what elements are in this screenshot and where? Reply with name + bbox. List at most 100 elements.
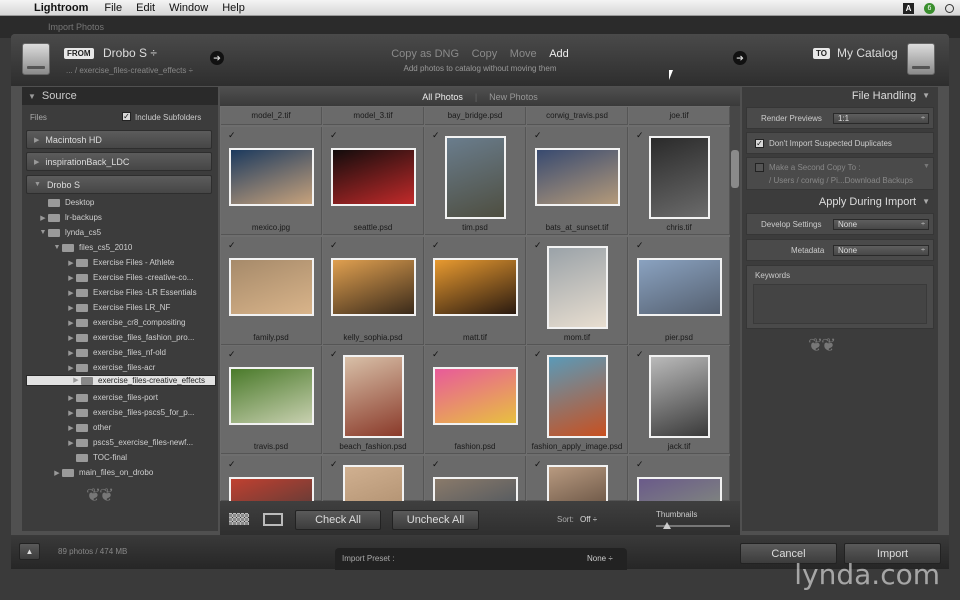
- disclosure-closed-icon[interactable]: ▶: [66, 349, 76, 357]
- photo-checkbox[interactable]: ✓: [534, 350, 543, 359]
- folder-row[interactable]: ▶ exercise_files-pscs5_for_p...: [26, 405, 216, 420]
- folder-row[interactable]: ▶ exercise_files_fashion_pro...: [26, 330, 216, 345]
- photo-checkbox[interactable]: ✓: [432, 241, 441, 250]
- source-panel-header[interactable]: ▼ Source: [22, 87, 218, 105]
- app-menu[interactable]: Lightroom: [34, 2, 88, 14]
- photo-checkbox[interactable]: ✓: [432, 350, 441, 359]
- render-previews-select[interactable]: 1:1 ÷: [833, 113, 929, 124]
- photo-thumbnail[interactable]: [433, 258, 518, 316]
- photo-cell[interactable]: ✓ mom.tif: [527, 237, 628, 345]
- folder-row[interactable]: ▶ lr-backups: [26, 210, 216, 225]
- photo-cell[interactable]: ✓: [527, 456, 628, 548]
- folder-row[interactable]: ▼ lynda_cs5: [26, 225, 216, 240]
- photo-cell[interactable]: model_3.tif: [323, 107, 424, 125]
- photo-cell[interactable]: ✓: [221, 456, 322, 535]
- photo-checkbox[interactable]: ✓: [534, 131, 543, 140]
- tab-all-photos[interactable]: All Photos: [422, 92, 463, 102]
- folder-row[interactable]: ▶ exercise_files-port: [26, 390, 216, 405]
- disclosure-closed-icon[interactable]: ▶: [66, 334, 76, 342]
- arrow-right-icon[interactable]: ➔: [733, 51, 747, 65]
- photo-cell[interactable]: joe.tif: [629, 107, 730, 125]
- photo-cell[interactable]: ✓: [629, 456, 730, 535]
- include-subfolders-checkbox[interactable]: ✓: [122, 112, 131, 121]
- photo-checkbox[interactable]: ✓: [330, 350, 339, 359]
- photo-cell[interactable]: ✓ chris.tif: [629, 127, 730, 235]
- dropdown-triangle-icon[interactable]: ▼: [923, 163, 930, 170]
- photo-thumbnail[interactable]: [649, 355, 710, 438]
- menu-edit[interactable]: Edit: [136, 2, 155, 14]
- photo-thumbnail[interactable]: [637, 258, 722, 316]
- photo-checkbox[interactable]: ✓: [432, 460, 441, 469]
- photo-checkbox[interactable]: ✓: [636, 460, 645, 469]
- disclosure-closed-icon[interactable]: ▶: [66, 304, 76, 312]
- uncheck-all-button[interactable]: Uncheck All: [392, 510, 479, 530]
- photo-cell[interactable]: ✓ fashion_apply_image.psd: [527, 346, 628, 454]
- second-copy-path[interactable]: / Users / corwig / Pi...Download Backups: [769, 176, 913, 185]
- photo-checkbox[interactable]: ✓: [228, 460, 237, 469]
- disclosure-closed-icon[interactable]: ▶: [66, 409, 76, 417]
- dont-import-duplicates-checkbox[interactable]: ✓: [755, 139, 764, 148]
- disclosure-closed-icon[interactable]: ▶: [66, 424, 76, 432]
- photo-cell[interactable]: ✓ jack.tif: [629, 346, 730, 454]
- photo-thumbnail[interactable]: [547, 355, 608, 438]
- keywords-input[interactable]: [753, 284, 927, 324]
- photo-thumbnail[interactable]: [229, 148, 314, 206]
- photo-thumbnail[interactable]: [331, 148, 416, 206]
- spotlight-icon[interactable]: [945, 3, 954, 13]
- mode-move[interactable]: Move: [510, 48, 537, 60]
- disclosure-closed-icon[interactable]: ▶: [66, 259, 76, 267]
- photo-cell[interactable]: ✓ pier.psd: [629, 237, 730, 345]
- photo-checkbox[interactable]: ✓: [534, 460, 543, 469]
- folder-row[interactable]: ▼ files_cs5_2010: [26, 240, 216, 255]
- disclosure-open-icon[interactable]: ▼: [52, 244, 62, 251]
- photo-checkbox[interactable]: ✓: [636, 131, 645, 140]
- folder-row[interactable]: TOC-final: [26, 450, 216, 465]
- grid-scroll-thumb[interactable]: [731, 150, 739, 188]
- photo-cell[interactable]: ✓ kelly_sophia.psd: [323, 237, 424, 345]
- photo-cell[interactable]: ✓ seattle.psd: [323, 127, 424, 235]
- collapse-triangle-icon[interactable]: ▼: [28, 92, 36, 101]
- folder-row[interactable]: ▶ Exercise Files LR_NF: [26, 300, 216, 315]
- collapse-up-icon[interactable]: ▲: [19, 543, 40, 560]
- photo-cell[interactable]: ✓: [425, 456, 526, 535]
- mode-add[interactable]: Add: [549, 48, 569, 60]
- catalog-drive-icon[interactable]: [907, 43, 935, 75]
- photo-cell[interactable]: model_2.tif: [221, 107, 322, 125]
- volume-drobo-s[interactable]: ▼ Drobo S: [26, 175, 212, 194]
- mode-copy-as-dng[interactable]: Copy as DNG: [391, 48, 459, 60]
- second-copy-checkbox[interactable]: [755, 163, 764, 172]
- menu-file[interactable]: File: [104, 2, 122, 14]
- disclosure-closed-icon[interactable]: ▶: [66, 394, 76, 402]
- disclosure-closed-icon[interactable]: ▶: [66, 439, 76, 447]
- folder-row[interactable]: ▶ main_files_on_drobo: [26, 465, 216, 480]
- folder-row[interactable]: ▶ exercise_files-creative_effects: [26, 375, 216, 386]
- folder-row[interactable]: ▶ exercise_files-acr: [26, 360, 216, 375]
- volume-inspirationback[interactable]: ▶ inspirationBack_LDC: [26, 152, 212, 171]
- menu-window[interactable]: Window: [169, 2, 208, 14]
- folder-row[interactable]: ▶ exercise_cr8_compositing: [26, 315, 216, 330]
- folder-row[interactable]: ▶ Exercise Files -LR Essentials: [26, 285, 216, 300]
- photo-cell[interactable]: ✓ bats_at_sunset.tif: [527, 127, 628, 235]
- tab-new-photos[interactable]: New Photos: [489, 92, 538, 102]
- disclosure-closed-icon[interactable]: ▶: [66, 319, 76, 327]
- folder-row[interactable]: Desktop: [26, 195, 216, 210]
- photo-thumbnail[interactable]: [535, 148, 620, 206]
- photo-cell[interactable]: ✓ matt.tif: [425, 237, 526, 345]
- photo-checkbox[interactable]: ✓: [534, 241, 543, 250]
- destination-name[interactable]: My Catalog: [837, 46, 898, 60]
- disclosure-closed-icon[interactable]: ▶: [71, 376, 81, 385]
- folder-row[interactable]: ▶ exercise_files_nf-old: [26, 345, 216, 360]
- disclosure-closed-icon[interactable]: ▶: [52, 469, 62, 477]
- photo-cell[interactable]: ✓ travis.psd: [221, 346, 322, 454]
- folder-row[interactable]: ▶ other: [26, 420, 216, 435]
- photo-cell[interactable]: corwig_travis.psd: [527, 107, 628, 125]
- sort-select[interactable]: Off ÷: [580, 515, 597, 524]
- photo-checkbox[interactable]: ✓: [330, 131, 339, 140]
- photo-checkbox[interactable]: ✓: [330, 241, 339, 250]
- folder-row[interactable]: ▶ pscs5_exercise_files-newf...: [26, 435, 216, 450]
- photo-checkbox[interactable]: ✓: [636, 241, 645, 250]
- disclosure-open-icon[interactable]: ▼: [38, 229, 48, 236]
- folder-row[interactable]: ▶ Exercise Files - Athlete: [26, 255, 216, 270]
- photo-cell[interactable]: ✓ tim.psd: [425, 127, 526, 235]
- menu-help[interactable]: Help: [222, 2, 245, 14]
